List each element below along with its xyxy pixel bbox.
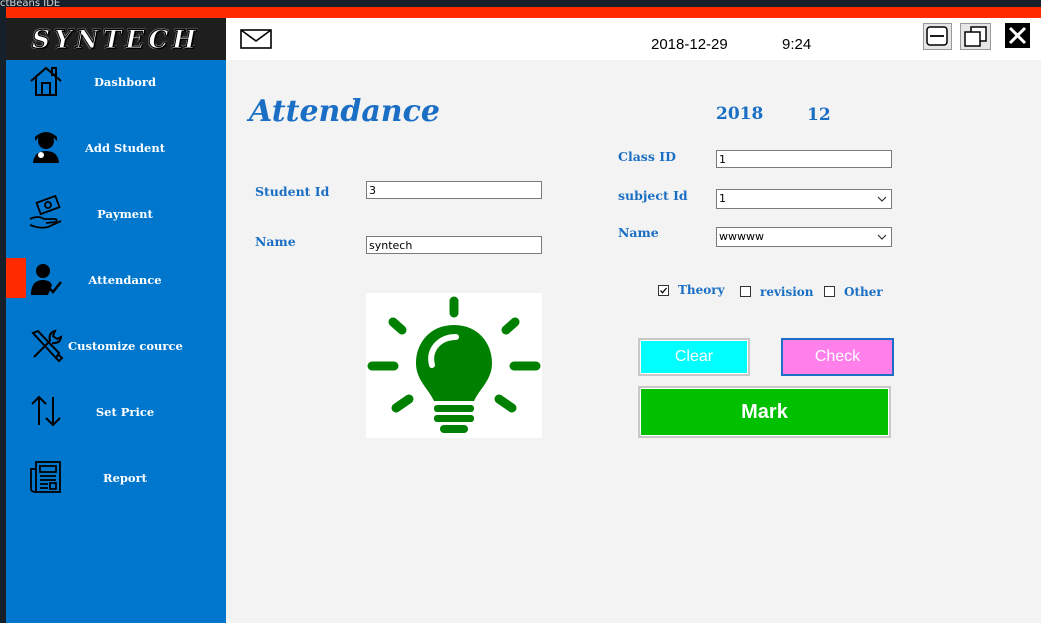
- name-label: Name: [255, 234, 296, 249]
- subject-id-value: 1: [719, 192, 726, 205]
- name-select-value: wwwww: [719, 230, 764, 243]
- attendance-icon: [31, 264, 62, 295]
- top-accent-bar: [6, 7, 1041, 18]
- sidebar-item-label: Dashbord: [93, 75, 157, 89]
- status-indicator-panel: [366, 293, 542, 438]
- month-display: 12: [807, 105, 831, 125]
- chevron-down-icon: [877, 234, 887, 240]
- sidebar-item-label: Payment: [97, 207, 153, 221]
- main-panel: Attendance 2018 12 Student Id 3 Name syn…: [226, 60, 1041, 623]
- sidebar-item-attendance[interactable]: Attendance: [6, 258, 226, 302]
- student-icon: [33, 132, 59, 163]
- revision-label: revision: [760, 285, 814, 299]
- mark-button[interactable]: Mark: [638, 386, 891, 438]
- subject-id-select[interactable]: 1: [716, 189, 892, 209]
- year-display: 2018: [716, 104, 764, 124]
- clear-button[interactable]: Clear: [638, 338, 750, 376]
- sidebar-item-label: Add Student: [84, 141, 166, 155]
- sidebar-item-add-student[interactable]: Add Student: [6, 126, 226, 170]
- minimize-button[interactable]: [923, 23, 952, 50]
- lightbulb-icon: [367, 296, 541, 433]
- name-select-label: Name: [618, 225, 659, 240]
- page-title: Attendance: [249, 94, 440, 129]
- student-id-label: Student Id: [255, 184, 330, 199]
- sidebar-item-label: Attendance: [88, 273, 162, 287]
- sidebar-item-label: Report: [103, 471, 147, 485]
- header-bar: 2018-12-29 9:24: [226, 18, 1041, 60]
- sidebar-item-payment[interactable]: Payment: [6, 192, 226, 236]
- theory-label: Theory: [678, 283, 725, 297]
- sort-arrows-icon: [31, 395, 61, 427]
- other-checkbox[interactable]: [824, 286, 835, 297]
- home-icon: [30, 66, 62, 96]
- sidebar-item-report[interactable]: Report: [6, 456, 226, 500]
- theory-checkbox[interactable]: [658, 285, 669, 296]
- restore-icon: [964, 26, 987, 47]
- app-logo: SYNTECH: [6, 18, 226, 60]
- close-button[interactable]: [1005, 23, 1030, 48]
- header-time: 9:24: [782, 36, 812, 53]
- mail-icon[interactable]: [240, 29, 272, 49]
- app-window: SYNTECH 2018-12-29 9:24 Dashbord Add Stu…: [6, 7, 1041, 623]
- sidebar-item-label: Customize cource: [68, 339, 183, 353]
- minimize-icon: [926, 26, 948, 46]
- checkmark-icon: [660, 287, 667, 294]
- sidebar-item-dashboard[interactable]: Dashbord: [6, 60, 226, 104]
- report-icon: [30, 461, 61, 493]
- class-id-label: Class ID: [618, 149, 676, 164]
- name-input[interactable]: syntech: [366, 236, 542, 254]
- chevron-down-icon: [877, 196, 887, 202]
- subject-id-label: subject Id: [618, 188, 688, 203]
- sidebar: Dashbord Add Student Payment Attendance …: [6, 60, 226, 623]
- name-select[interactable]: wwwww: [716, 227, 892, 247]
- other-label: Other: [844, 285, 883, 299]
- revision-checkbox[interactable]: [740, 286, 751, 297]
- payment-icon: [29, 195, 62, 229]
- sidebar-item-set-price[interactable]: Set Price: [6, 390, 226, 434]
- tools-icon: [31, 329, 64, 363]
- sidebar-item-customize-course[interactable]: Customize cource: [6, 324, 226, 368]
- student-id-input[interactable]: 3: [366, 181, 542, 199]
- sidebar-item-label: Set Price: [95, 405, 155, 419]
- close-icon: [1008, 26, 1027, 45]
- logo-text: SYNTECH: [32, 24, 200, 54]
- check-button[interactable]: Check: [781, 338, 894, 376]
- restore-button[interactable]: [960, 23, 991, 50]
- header-date: 2018-12-29: [651, 36, 728, 53]
- class-id-input[interactable]: 1: [716, 150, 892, 168]
